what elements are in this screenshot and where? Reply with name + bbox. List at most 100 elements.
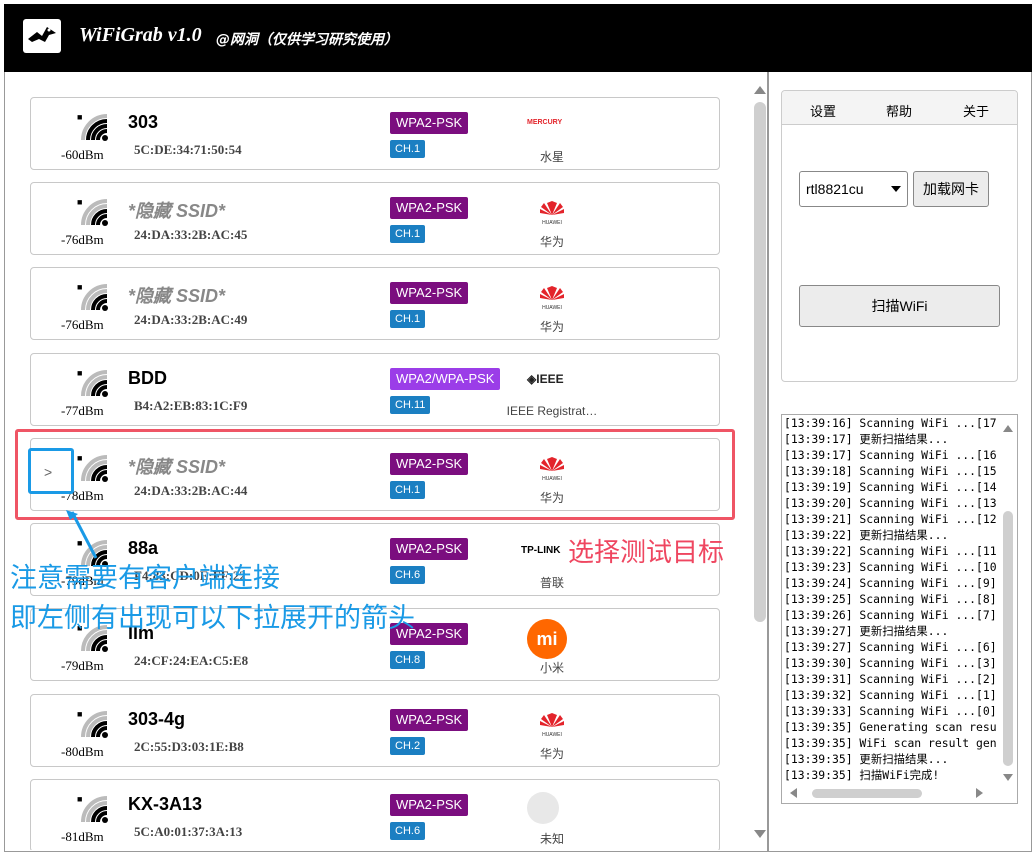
expand-arrow-icon[interactable]: > [44, 464, 52, 480]
log-line: [13:39:23] Scanning WiFi ...[10 [784, 560, 997, 574]
log-line: [13:39:19] Scanning WiFi ...[14 [784, 480, 997, 494]
signal-icon [81, 199, 108, 226]
channel-badge: CH.11 [390, 396, 431, 414]
vendor-logo-icon: HUAWEI [527, 282, 577, 311]
signal-icon [81, 370, 108, 397]
scan-wifi-button[interactable]: 扫描WiFi [799, 285, 1000, 327]
mac-address: 2C:55:D3:03:1E:B8 [134, 739, 244, 754]
network-card[interactable]: ■ -80dBm 303-4g 2C:55:D3:03:1E:B8 WPA2-PSK CH… [30, 694, 720, 767]
svg-text:HUAWEI: HUAWEI [542, 220, 562, 226]
scroll-thumb[interactable] [812, 789, 922, 798]
log-line: [13:39:35] WiFi scan result gen [784, 736, 997, 750]
scroll-left-icon[interactable] [790, 788, 797, 798]
lock-icon: ■ [77, 368, 83, 378]
security-badge: WPA2-PSK [390, 282, 469, 304]
lock-icon: ■ [77, 197, 83, 207]
signal-icon [81, 284, 108, 311]
log-line: [13:39:16] Scanning WiFi ...[17 [784, 416, 997, 430]
log-vertical-scrollbar[interactable] [1001, 419, 1015, 781]
log-line: [13:39:35] Generating scan resu [784, 720, 997, 734]
channel-badge: CH.2 [390, 737, 426, 755]
signal-strength: -76dBm [61, 317, 104, 332]
signal-icon [81, 114, 108, 141]
signal-strength: -77dBm [61, 403, 104, 418]
mac-address: 5C:DE:34:71:50:54 [134, 142, 242, 157]
network-card[interactable]: ■ -76dBm *隐藏 SSID* 24:DA:33:2B:AC:45 WPA2-PS… [30, 182, 720, 255]
signal-strength: -81dBm [61, 829, 104, 844]
log-line: [13:39:17] Scanning WiFi ...[16 [784, 448, 997, 462]
log-line: [13:39:35] 更新扫描结果... [784, 752, 949, 766]
vendor-name: 水星 [539, 150, 564, 164]
lock-icon: ■ [77, 538, 83, 548]
log-line: [13:39:32] Scanning WiFi ...[1] [784, 688, 997, 702]
channel-badge: CH.6 [390, 822, 426, 840]
scroll-thumb[interactable] [754, 102, 766, 622]
log-panel[interactable]: [13:39:16] Scanning WiFi ...[17 [13:39:17… [781, 414, 1018, 804]
scroll-up-icon[interactable] [754, 86, 766, 94]
network-card[interactable]: ■ -60dBm 303 5C:DE:34:71:50:54 WPA2-PSK CH.1 M… [30, 97, 720, 170]
vendor-name: 华为 [539, 235, 564, 249]
channel-badge: CH.6 [390, 566, 426, 584]
menu-settings[interactable]: 设置 [810, 101, 836, 120]
menu-help[interactable]: 帮助 [886, 101, 912, 120]
log-line: [13:39:22] Scanning WiFi ...[11 [784, 544, 997, 558]
channel-badge: CH.1 [390, 140, 426, 158]
mac-address: 5C:A0:01:37:3A:13 [134, 824, 243, 839]
signal-strength: -80dBm [61, 744, 104, 759]
ssid-label: BDD [128, 368, 167, 388]
scroll-down-icon[interactable] [1003, 774, 1013, 781]
scroll-up-icon[interactable] [1003, 425, 1013, 432]
log-line: [13:39:18] Scanning WiFi ...[15 [784, 464, 997, 478]
control-panel: 设置 帮助 关于 rtl8821cu 加载网卡 扫描WiFi [781, 90, 1018, 382]
app-subtitle: @网洞（仅供学习研究使用） [216, 32, 398, 48]
log-line: [13:39:27] Scanning WiFi ...[6] [784, 640, 997, 654]
lock-icon: ■ [77, 794, 83, 804]
log-line: [13:39:21] Scanning WiFi ...[12 [784, 512, 997, 526]
network-card[interactable]: ■ -81dBm KX-3A13 5C:A0:01:37:3A:13 WPA2-PSK C… [30, 779, 720, 850]
annotation-note-line1: 注意需要有客户端连接 [10, 563, 280, 594]
ssid-label: 303-4g [128, 709, 186, 729]
vendor-logo-icon [527, 792, 577, 824]
list-scrollbar[interactable] [753, 82, 767, 842]
menu-bar: 设置 帮助 关于 [782, 91, 1017, 125]
menu-about[interactable]: 关于 [963, 101, 989, 120]
ssid-label: 303 [128, 112, 159, 132]
log-line: [13:39:20] Scanning WiFi ...[13 [784, 496, 997, 510]
lock-icon: ■ [77, 709, 83, 719]
network-card[interactable]: ■ -76dBm *隐藏 SSID* 24:DA:33:2B:AC:49 WPA2-PS… [30, 267, 720, 340]
adapter-select[interactable]: rtl8821cu [799, 171, 908, 207]
mac-address: 24:DA:33:2B:AC:49 [134, 312, 248, 327]
vendor-name: 华为 [539, 320, 564, 334]
log-line: [13:39:30] Scanning WiFi ...[3] [784, 656, 997, 670]
network-card[interactable]: ■ -77dBm BDD B4:A2:EB:83:1C:F9 WPA2/WPA-PSK C… [30, 353, 720, 426]
mac-address: B4:A2:EB:83:1C:F9 [134, 398, 248, 413]
scroll-right-icon[interactable] [976, 788, 983, 798]
vendor-logo-icon: ◈IEEE [527, 372, 564, 386]
log-line: [13:39:24] Scanning WiFi ...[9] [784, 576, 997, 590]
ssid-label: *隐藏 SSID* [128, 201, 226, 221]
vendor-name: 小米 [539, 661, 564, 675]
vendor-logo-icon: HUAWEI [527, 709, 577, 738]
vendor-name: 未知 [539, 832, 564, 846]
log-line: [13:39:17] 更新扫描结果... [784, 432, 949, 446]
scroll-thumb[interactable] [1003, 511, 1013, 766]
vendor-name: 普联 [539, 576, 564, 590]
vendor-name: 华为 [539, 747, 564, 761]
chevron-down-icon [891, 186, 901, 192]
security-badge: WPA2-PSK [390, 794, 469, 816]
vendor-name: IEEE Registrat… [506, 404, 598, 418]
signal-strength: -79dBm [61, 658, 104, 673]
vendor-logo-icon: HUAWEI [527, 197, 577, 226]
security-badge: WPA2-PSK [390, 197, 469, 219]
load-adapter-button[interactable]: 加载网卡 [913, 171, 989, 207]
svg-text:HUAWEI: HUAWEI [542, 732, 562, 738]
log-line: [13:39:35] 扫描WiFi完成! [784, 768, 940, 782]
log-horizontal-scrollbar[interactable] [788, 787, 993, 799]
annotation-target-label: 选择测试目标 [568, 538, 725, 568]
log-line: [13:39:26] Scanning WiFi ...[7] [784, 608, 997, 622]
scroll-down-icon[interactable] [754, 830, 766, 838]
log-line: [13:39:27] 更新扫描结果... [784, 624, 949, 638]
target-highlight [15, 429, 735, 520]
security-badge: WPA2-PSK [390, 538, 469, 560]
lock-icon: ■ [77, 112, 83, 122]
